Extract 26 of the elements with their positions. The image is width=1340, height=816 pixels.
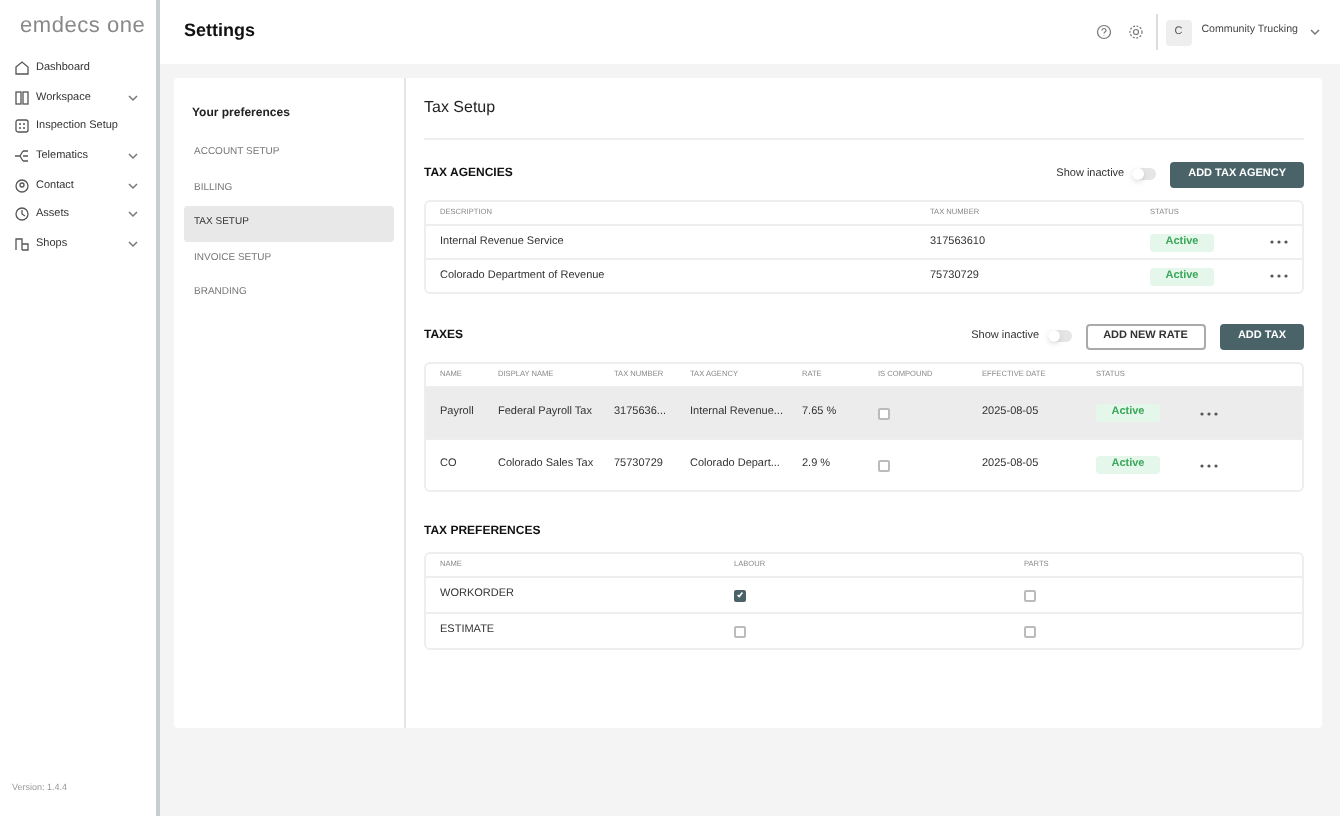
checkbox[interactable]: [734, 589, 746, 601]
checkbox[interactable]: [734, 625, 746, 637]
contact-icon: [14, 177, 30, 194]
chevron-down-icon: [128, 152, 138, 161]
shop-icon: [14, 235, 30, 252]
settings-icon[interactable]: [1127, 24, 1144, 40]
chevron-down-icon: [128, 210, 138, 219]
help-icon[interactable]: [1095, 24, 1112, 40]
logo: emdecs one: [18, 12, 148, 42]
checkbox[interactable]: [878, 407, 890, 419]
layout-icon: [14, 89, 30, 106]
content-title: Tax Setup: [424, 96, 1304, 140]
toggle-switch[interactable]: [1047, 330, 1072, 342]
chevron-down-icon: [128, 181, 138, 190]
chevron-down-icon: [128, 239, 138, 248]
grid-icon: [14, 118, 30, 135]
chevron-down-icon: [1310, 28, 1320, 36]
checkbox[interactable]: [1024, 589, 1036, 601]
clock-icon: [14, 206, 30, 223]
toggle-switch[interactable]: [1132, 168, 1157, 180]
checkbox[interactable]: [1024, 625, 1036, 637]
checkbox[interactable]: [878, 459, 890, 471]
chevron-down-icon: [128, 93, 138, 102]
page-heading: Settings: [184, 18, 258, 45]
network-icon: [14, 148, 30, 165]
home-icon: [14, 60, 30, 77]
